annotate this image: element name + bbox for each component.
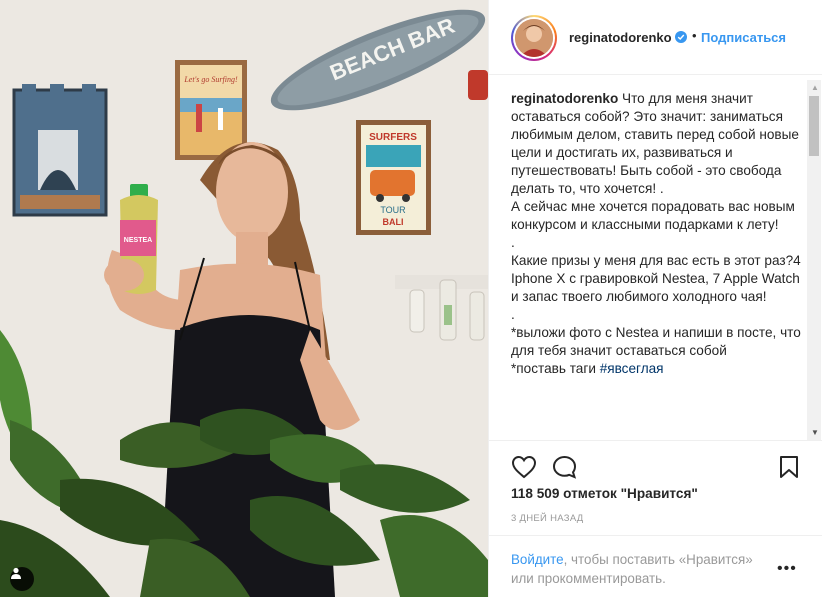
bottle-brand: NESTEA [124,237,152,244]
poster2-mid: TOUR [380,205,406,215]
header-separator: • [692,28,697,43]
bookmark-icon [780,456,798,478]
scrollbar-thumb[interactable] [809,96,819,156]
login-link[interactable]: Войдите [511,552,564,567]
caption-username[interactable]: reginatodorenko [511,91,618,106]
more-options-button[interactable]: ••• [777,560,797,578]
poster1-text: Let's go Surfing! [183,75,238,84]
login-footer: Войдите, чтобы поставить «Нравится» или … [489,535,822,597]
scroll-up-arrow-icon[interactable]: ▲ [811,83,819,92]
comment-icon [552,455,577,479]
poster2-top: SURFERS [369,132,417,143]
poster2-bottom: BALI [383,217,404,227]
heart-icon [511,455,537,479]
post-timestamp[interactable]: 3 ДНЕЙ НАЗАД [511,513,584,524]
castle-plaque-decor [12,84,108,217]
likes-count[interactable]: 118 509 отметок "Нравится" [511,486,698,501]
header-username[interactable]: reginatodorenko [569,30,672,45]
login-prompt: Войдите, чтобы поставить «Нравится» или … [511,550,771,588]
toy-car-decor [468,70,488,100]
user-tag-button[interactable] [10,567,34,591]
user-tag-icon [11,567,21,579]
scroll-down-arrow-icon[interactable]: ▼ [811,428,819,437]
caption-area: reginatodorenko Что для меня значит оста… [489,76,822,439]
caption-body: Что для меня значит оставаться собой? Эт… [511,91,801,376]
comment-button[interactable] [552,455,577,484]
post-photo-scene: Let's go Surfing! BEACH BAR SURFERS TOUR… [0,0,488,597]
avatar[interactable] [515,19,553,57]
caption-hashtag[interactable]: #явсеглая [600,361,664,376]
surfers-tour-poster-decor: SURFERS TOUR BALI [356,120,431,235]
follow-button[interactable]: Подписаться [701,30,786,45]
post-side-panel: reginatodorenko • Подписаться reginatodo… [488,0,822,597]
post-header: reginatodorenko • Подписаться [489,0,822,75]
save-button[interactable] [779,455,799,484]
caption-text: reginatodorenko Что для меня значит оста… [511,90,801,378]
post-photo[interactable]: Let's go Surfing! BEACH BAR SURFERS TOUR… [0,0,488,597]
verified-icon [675,31,687,43]
like-button[interactable] [511,455,537,484]
avatar-story-ring[interactable] [511,15,557,61]
